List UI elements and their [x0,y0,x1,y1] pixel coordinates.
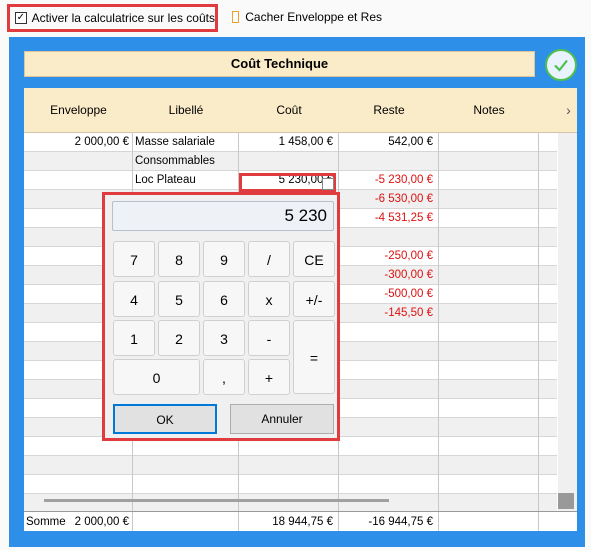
cell-enveloppe[interactable] [24,171,131,190]
key-divide[interactable]: / [248,241,290,277]
sum-reste: -16 944,75 € [368,516,433,528]
cell-reste[interactable]: -5 230,00 € [339,171,437,190]
cell-libelle[interactable]: Masse salariale [133,133,237,152]
calculator-display: 5 230 [112,201,334,231]
cell-reste[interactable]: -250,00 € [339,247,437,266]
header-enveloppe[interactable]: Enveloppe [24,88,133,133]
cell-enveloppe[interactable]: 2 000,00 € [24,133,131,152]
key-0[interactable]: 0 [113,359,200,395]
validate-button[interactable] [545,49,577,81]
cancel-button[interactable]: Annuler [230,404,334,434]
key-equals[interactable]: = [293,320,335,394]
table-row[interactable] [24,475,557,494]
scroll-right-arrow-icon[interactable]: › [560,88,577,133]
table-header: Enveloppe Libellé Coût Reste Notes › [24,88,577,133]
calculator-popup: 5 230 7 8 9/CE 4 5 6 x +/- 1 2 3- = 0, + OK Annuler [102,192,340,441]
key-clear-entry[interactable]: CE [293,241,335,277]
scrollbar-corner [558,493,574,509]
key-6[interactable]: 6 [203,281,245,317]
calculator-checkbox[interactable]: ✓ [15,12,27,24]
hide-envelope-toggle[interactable]: Cacher Enveloppe et Res [232,10,382,24]
cell-cout[interactable] [239,152,337,171]
cell-reste[interactable] [339,228,437,247]
key-5[interactable]: 5 [158,281,200,317]
horizontal-scrollbar[interactable] [44,499,389,502]
cell-enveloppe[interactable] [24,152,131,171]
cell-reste[interactable]: -500,00 € [339,285,437,304]
cell-reste[interactable]: -300,00 € [339,266,437,285]
cell-reste[interactable]: -4 531,25 € [339,209,437,228]
hide-envelope-label: Cacher Enveloppe et Res [245,10,382,24]
hide-envelope-checkbox[interactable] [232,11,240,23]
key-3[interactable]: 3 [203,320,245,356]
calculator-toggle-label: Activer la calculatrice sur les coûts [31,11,215,25]
key-7[interactable]: 7 [113,241,155,277]
check-icon [554,59,568,72]
key-minus[interactable]: - [248,320,290,356]
cell-reste[interactable] [339,152,437,171]
cell-cout[interactable]: 1 458,00 € [239,133,337,152]
cell-libelle[interactable]: Loc Plateau [133,171,237,190]
cell-libelle[interactable]: Consommables [133,152,237,171]
cell-reste[interactable]: 542,00 € [339,133,437,152]
key-comma[interactable]: , [203,359,245,395]
key-1[interactable]: 1 [113,320,155,356]
calculator-toggle[interactable]: ✓ Activer la calculatrice sur les coûts [7,4,218,32]
panel-title: Coût Technique [24,51,535,77]
sum-enveloppe: 2 000,00 € [74,516,129,528]
cell-reste[interactable]: -145,50 € [339,304,437,323]
header-cout[interactable]: Coût [239,88,339,133]
header-notes[interactable]: Notes [439,88,539,133]
key-8[interactable]: 8 [158,241,200,277]
table-row[interactable]: Consommables [24,152,557,171]
header-libelle[interactable]: Libellé [133,88,239,133]
cell-reste[interactable]: -6 530,00 € [339,190,437,209]
key-plus[interactable]: + [248,359,290,395]
calculator-icon[interactable] [322,178,334,190]
table-row[interactable] [24,456,557,475]
key-4[interactable]: 4 [113,281,155,317]
key-9[interactable]: 9 [203,241,245,277]
key-multiply[interactable]: x [248,281,290,317]
sum-row: Somme 2 000,00 € 18 944,75 € -16 944,75 … [24,511,577,531]
vertical-scrollbar[interactable] [558,133,577,513]
header-reste[interactable]: Reste [339,88,439,133]
table-row[interactable]: 2 000,00 € Masse salariale 1 458,00 €542,0… [24,133,557,152]
ok-button[interactable]: OK [113,404,217,434]
key-negate[interactable]: +/- [293,281,335,317]
key-2[interactable]: 2 [158,320,200,356]
sum-cout: 18 944,75 € [272,516,333,528]
